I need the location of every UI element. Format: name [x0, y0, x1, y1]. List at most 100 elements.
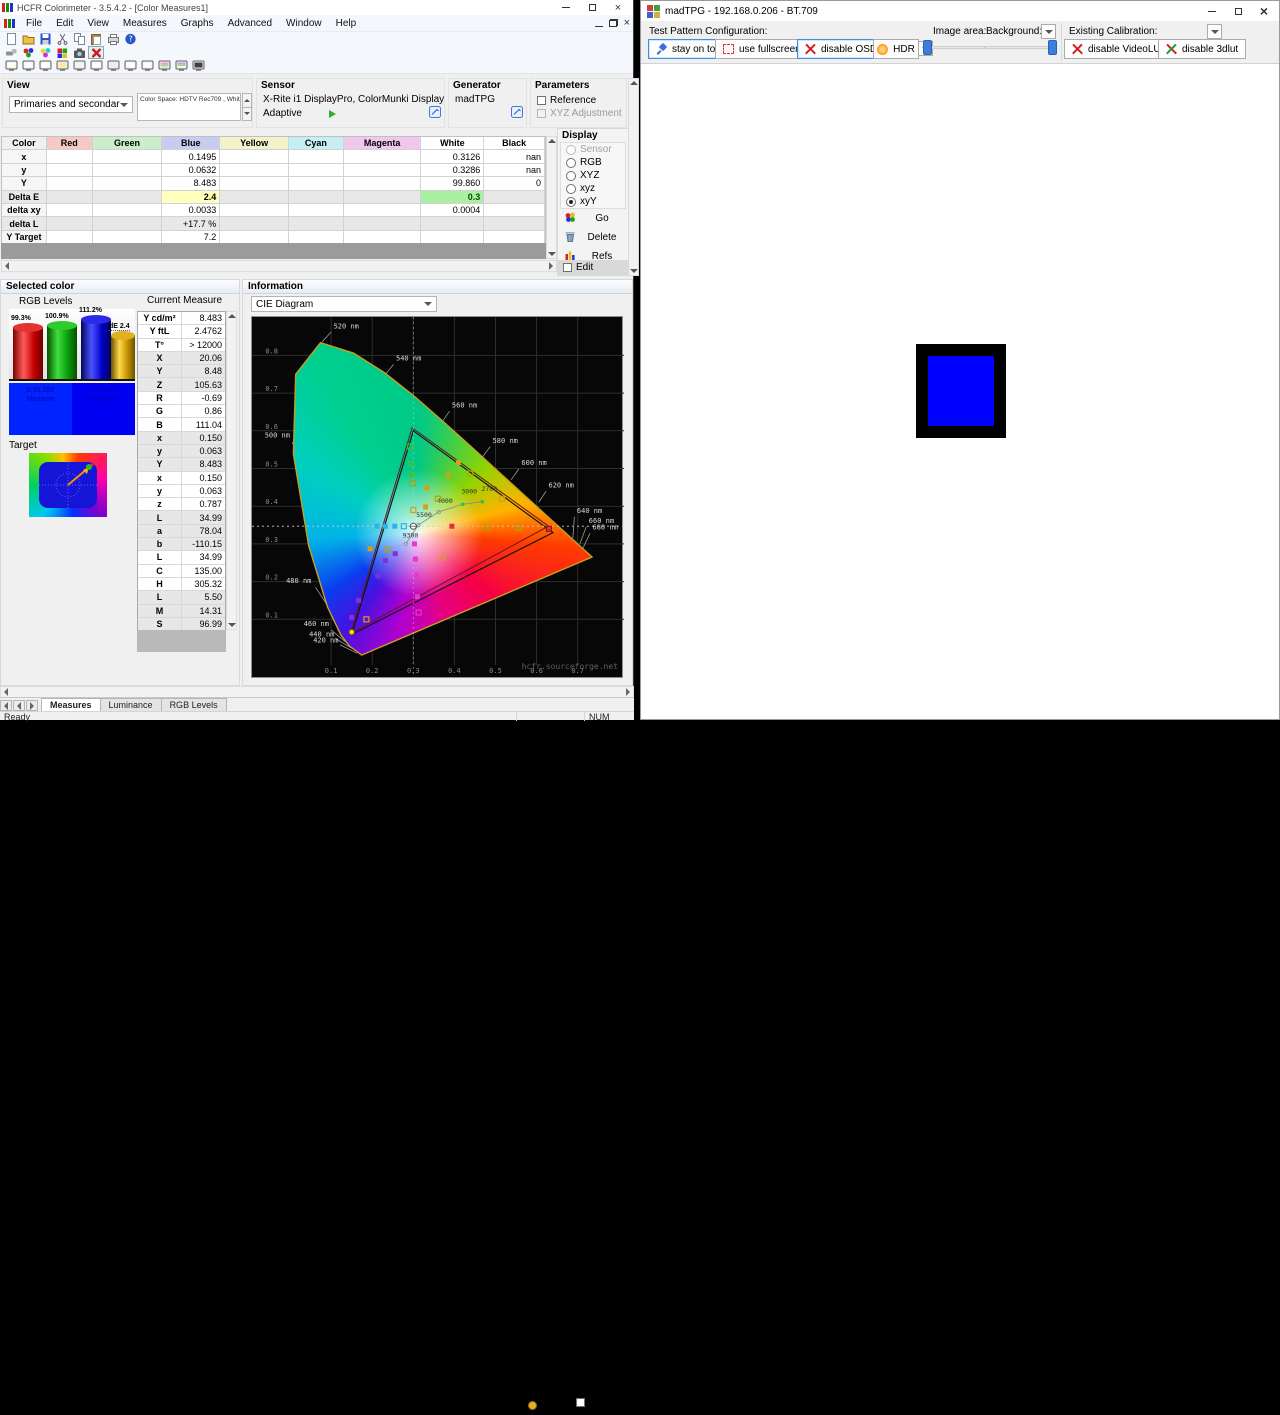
- table-cell[interactable]: 0.1495: [162, 150, 221, 164]
- mdi-minimize-icon[interactable]: [594, 14, 603, 32]
- table-cell[interactable]: [46, 150, 93, 164]
- table-cell[interactable]: [484, 217, 545, 231]
- generator-configure-icon[interactable]: [511, 105, 523, 123]
- measure-colors-icon[interactable]: [54, 46, 70, 59]
- delete-button[interactable]: Delete: [558, 228, 628, 247]
- view-icon-12[interactable]: [190, 60, 206, 73]
- new-file-icon[interactable]: [3, 33, 19, 46]
- tab-prev-icon[interactable]: [13, 700, 25, 711]
- table-cell[interactable]: [46, 163, 93, 178]
- print-icon[interactable]: [105, 33, 121, 46]
- background-dropdown-icon[interactable]: [1041, 24, 1056, 39]
- right-scrollbar[interactable]: [628, 78, 639, 276]
- table-cell[interactable]: [92, 190, 163, 204]
- madtpg-titlebar[interactable]: madTPG - 192.168.0.206 - BT.709 ×: [641, 1, 1279, 21]
- table-cell[interactable]: [92, 217, 163, 231]
- table-cell[interactable]: [46, 203, 93, 218]
- play-icon[interactable]: [329, 110, 336, 118]
- table-cell[interactable]: 0.3126: [421, 150, 485, 164]
- minimize-icon[interactable]: [1199, 1, 1225, 21]
- table-cell[interactable]: 0.0632: [162, 163, 221, 178]
- mdi-close-icon[interactable]: ×: [624, 17, 630, 29]
- table-cell[interactable]: nan: [484, 150, 545, 164]
- table-cell[interactable]: [343, 203, 422, 218]
- disable-3dlut-button[interactable]: disable 3dlut: [1158, 39, 1247, 59]
- menu-view[interactable]: View: [80, 16, 116, 31]
- table-cell[interactable]: [343, 217, 422, 231]
- view-icon-5[interactable]: [71, 60, 87, 73]
- display-radio-xyz[interactable]: XYZ: [561, 169, 625, 182]
- spinner-down-icon[interactable]: [242, 107, 252, 121]
- paste-icon[interactable]: [88, 33, 104, 46]
- table-cell[interactable]: [343, 150, 422, 164]
- measure-secondaries-icon[interactable]: [37, 46, 53, 59]
- maximize-icon[interactable]: [579, 0, 605, 15]
- table-cell[interactable]: [220, 150, 289, 164]
- mdi-restore-icon[interactable]: [608, 14, 618, 32]
- table-cell[interactable]: 0: [484, 177, 545, 191]
- open-file-icon[interactable]: [20, 33, 36, 46]
- table-cell[interactable]: 0.0033: [162, 203, 221, 218]
- table-cell[interactable]: [92, 163, 163, 178]
- table-cell[interactable]: [288, 177, 344, 191]
- display-radio-rgb[interactable]: RGB: [561, 156, 625, 169]
- menu-window[interactable]: Window: [279, 16, 329, 31]
- table-cell[interactable]: [343, 163, 422, 178]
- display-radio-xyy[interactable]: xyY: [561, 195, 625, 208]
- table-cell[interactable]: [421, 217, 485, 231]
- close-icon[interactable]: ×: [605, 0, 631, 15]
- measures-hscrollbar[interactable]: [1, 260, 557, 272]
- sensor-settings-icon[interactable]: [3, 46, 19, 59]
- measure-scrollbar[interactable]: [226, 311, 237, 630]
- disable-osd-button[interactable]: disable OSD: [797, 39, 886, 59]
- menu-measures[interactable]: Measures: [116, 16, 174, 31]
- calibration-dropdown-icon[interactable]: [1207, 24, 1222, 39]
- table-cell[interactable]: [484, 190, 545, 204]
- tab-luminance[interactable]: Luminance: [99, 698, 162, 711]
- menu-help[interactable]: Help: [329, 16, 364, 31]
- view-icon-8[interactable]: [122, 60, 138, 73]
- table-cell[interactable]: 8.483: [162, 177, 221, 191]
- table-cell[interactable]: [220, 163, 289, 178]
- tab-next-icon[interactable]: [26, 700, 38, 711]
- table-cell[interactable]: [92, 177, 163, 191]
- maximize-icon[interactable]: [1225, 1, 1251, 21]
- information-view-dropdown[interactable]: CIE Diagram: [251, 296, 437, 312]
- slider-thumb[interactable]: [923, 40, 932, 55]
- measures-vscrollbar[interactable]: [546, 136, 557, 259]
- table-cell[interactable]: 0.0004: [421, 203, 485, 218]
- about-icon[interactable]: ?: [122, 33, 138, 46]
- table-cell[interactable]: 99.860: [421, 177, 485, 191]
- sensor-configure-icon[interactable]: [429, 105, 441, 123]
- copy-icon[interactable]: [71, 33, 87, 46]
- table-cell[interactable]: [220, 177, 289, 191]
- table-cell[interactable]: [220, 203, 289, 218]
- view-icon-10[interactable]: [156, 60, 172, 73]
- table-cell[interactable]: nan: [484, 163, 545, 178]
- table-cell[interactable]: [288, 150, 344, 164]
- tab-measures[interactable]: Measures: [41, 698, 101, 711]
- table-cell[interactable]: [288, 190, 344, 204]
- view-icon-6[interactable]: [88, 60, 104, 73]
- tab-rgb-levels[interactable]: RGB Levels: [160, 698, 227, 711]
- menu-edit[interactable]: Edit: [49, 16, 80, 31]
- measure-primaries-icon[interactable]: [20, 46, 36, 59]
- table-cell[interactable]: [92, 203, 163, 218]
- reference-checkbox[interactable]: Reference: [537, 95, 596, 106]
- go-button[interactable]: Go: [558, 209, 628, 228]
- table-cell[interactable]: [92, 150, 163, 164]
- menu-advanced[interactable]: Advanced: [221, 16, 279, 31]
- view-mode-dropdown[interactable]: Primaries and secondaries: [9, 96, 133, 113]
- tab-first-icon[interactable]: [0, 700, 12, 711]
- snapshot-icon[interactable]: [71, 46, 87, 59]
- table-cell[interactable]: [288, 217, 344, 231]
- table-cell[interactable]: [288, 163, 344, 178]
- use-fullscreen-button[interactable]: use fullscreen: [715, 39, 809, 59]
- hcfr-titlebar[interactable]: HCFR Colorimeter - 3.5.4.2 - [Color Meas…: [0, 0, 633, 15]
- view-icon-2[interactable]: [20, 60, 36, 73]
- view-icon-3[interactable]: [37, 60, 53, 73]
- table-cell[interactable]: 2.4: [162, 190, 221, 204]
- table-cell[interactable]: [484, 203, 545, 218]
- menu-file[interactable]: File: [19, 16, 49, 31]
- edit-checkbox[interactable]: Edit: [558, 260, 628, 275]
